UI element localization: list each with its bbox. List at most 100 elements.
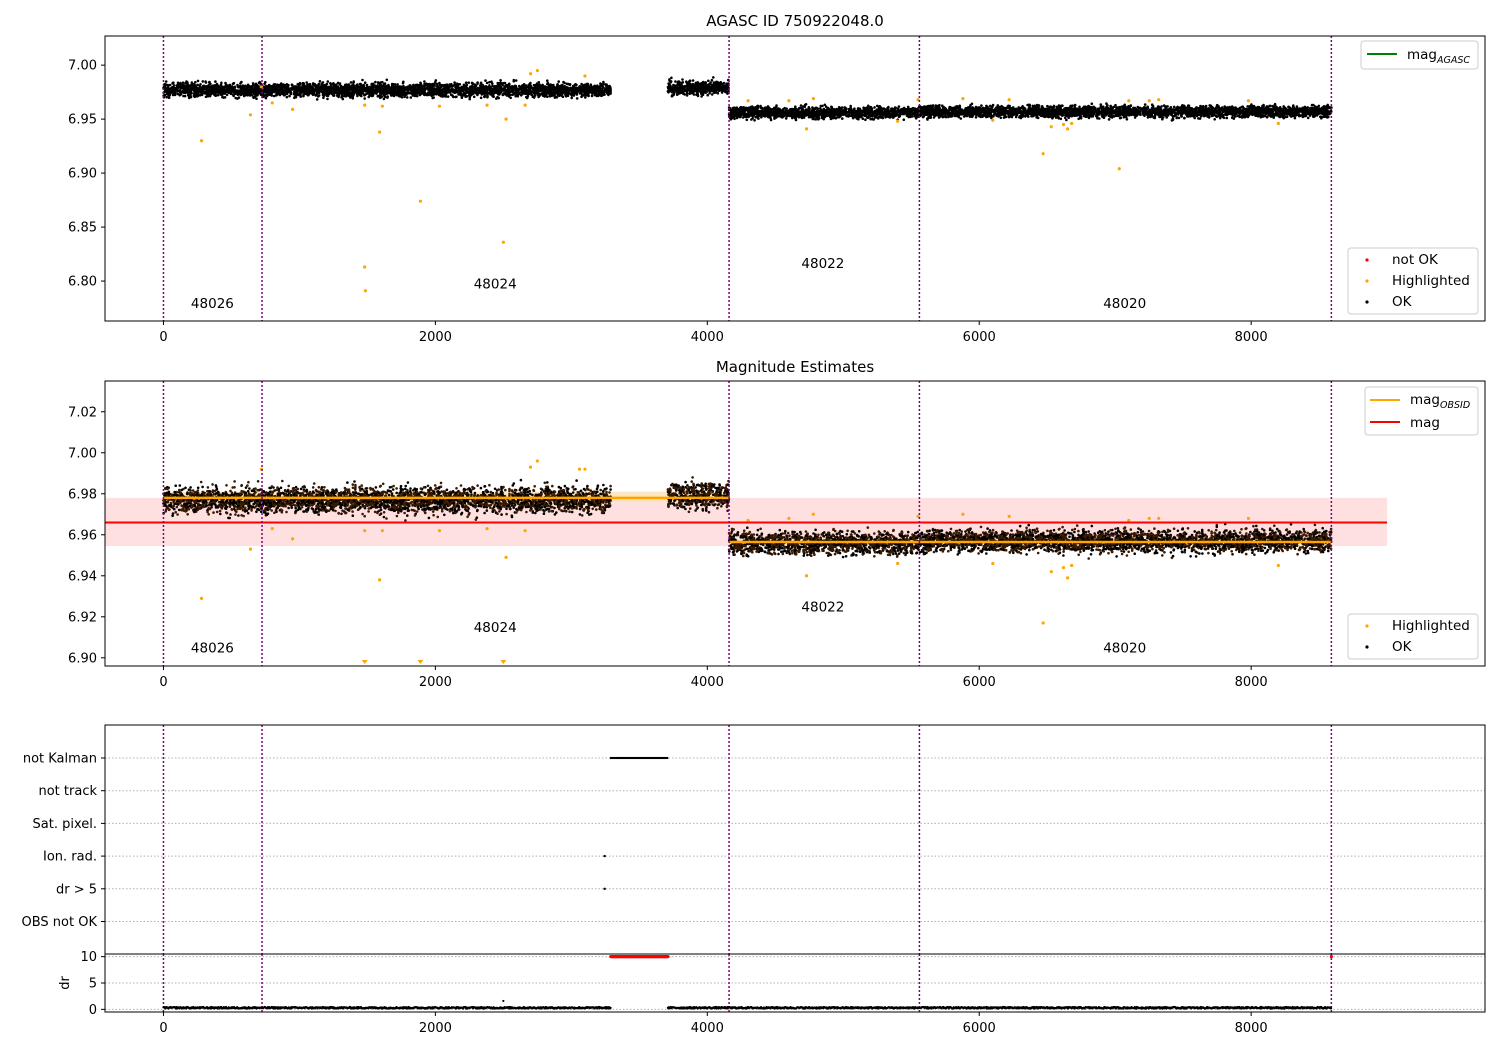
ok-point [183,94,187,98]
ok-point [491,82,494,85]
ok-point [345,93,349,96]
ok-point [272,94,276,98]
ok-point [680,86,683,89]
ok-point [349,95,352,98]
ok-point [386,96,389,99]
ok-point [714,87,717,91]
ok-point [512,78,516,82]
ok-point [543,90,546,94]
ok-point [494,91,498,94]
ok-point [226,84,229,87]
ok-point [481,84,484,88]
ok-point [759,104,762,108]
ok-point [512,88,515,91]
ok-point [387,85,391,88]
ok-point [802,115,805,118]
ok-point [356,94,359,98]
ok-point [607,91,610,94]
ok-point [540,87,544,91]
ok-point [472,95,476,99]
ok-point [347,87,351,90]
ok-point [325,87,329,91]
ok-point [458,92,461,96]
ok-point [266,86,270,90]
ok-point [520,90,524,94]
ok-point [880,110,883,113]
ok-point [565,82,569,86]
ok-point [383,95,387,99]
ok-point [691,79,695,82]
ok-point [471,82,475,86]
ok-point [360,94,363,98]
ok-point [915,107,919,111]
ok-point [552,88,556,91]
ok-point [189,91,193,94]
ok-point [370,82,374,86]
ok-point [250,93,254,97]
ok-point [305,88,309,91]
ok-point [361,78,364,82]
ok-point [708,91,711,95]
ok-point [204,80,207,83]
ok-point [262,89,266,93]
ok-point [340,94,344,97]
ok-point [732,110,735,113]
ok-point [428,82,432,86]
ok-point [709,86,712,90]
ok-point [298,81,302,85]
ok-point [677,81,681,84]
ok-point [548,94,552,98]
figure: AGASC ID 750922048.0 4802648024480224802… [22,12,1486,1036]
ok-point [838,114,842,117]
ok-point [519,87,523,91]
ok-point [350,88,354,92]
ok-point [467,81,471,84]
ok-point [251,82,255,85]
ok-point [385,92,388,95]
ok-point [719,85,722,88]
ok-point [223,96,227,99]
ok-point [584,89,587,92]
ok-point [605,84,608,88]
ok-point [221,86,225,90]
ok-point [369,93,373,96]
ok-point [312,83,315,87]
ok-point [723,88,727,91]
ok-point [600,83,603,86]
ok-point [674,80,677,83]
ok-point [526,93,530,96]
ok-point [364,90,368,93]
ok-point [363,93,367,97]
ok-point [561,95,565,98]
ok-point [269,90,273,93]
ok-point [694,85,697,88]
ok-point [869,117,872,121]
ok-point [308,84,312,88]
ok-point [439,89,442,92]
ok-point [546,82,550,86]
ok-point [248,85,252,89]
ok-point [406,91,410,94]
ok-point [333,87,336,91]
ok-point [859,109,863,112]
ok-point [390,93,394,96]
ok-point [464,81,468,84]
ok-point [531,95,535,98]
ok-point [478,89,482,93]
ok-point [383,82,387,85]
ok-point [867,110,871,114]
ok-point [683,86,686,90]
ok-point [315,98,319,101]
ok-point [829,117,833,121]
ok-point [676,93,679,96]
ok-point [299,93,302,97]
ok-point [700,86,704,89]
ok-point [667,86,671,90]
ok-point [288,94,291,98]
ok-point [256,86,260,89]
ok-point [342,88,345,92]
ok-point [479,81,483,85]
ok-point [712,76,715,79]
ok-point [390,85,394,88]
ok-point [403,95,406,99]
